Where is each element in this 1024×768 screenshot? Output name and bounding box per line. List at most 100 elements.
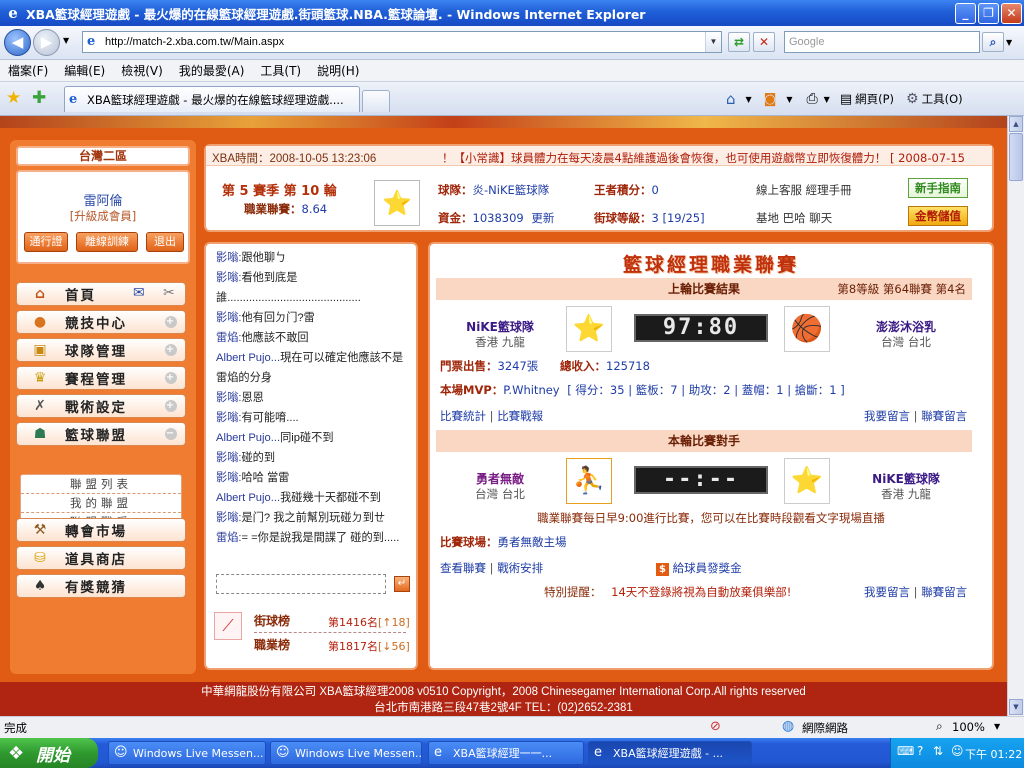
zoom-dropdown-icon[interactable]: ▼ <box>994 722 1000 731</box>
online-help-links[interactable]: 線上客服 經理手冊 <box>756 182 852 198</box>
close-button[interactable]: ✕ <box>1001 3 1022 24</box>
feeds-dropdown-icon[interactable]: ▼ <box>786 95 792 104</box>
expand-icon[interactable]: + <box>165 316 177 328</box>
nav-league[interactable]: ☗ 籃球聯盟 − <box>16 422 186 446</box>
mail-icon[interactable]: ✉ <box>133 285 147 301</box>
username[interactable]: 雷阿倫 <box>18 190 188 209</box>
nav-transfer[interactable]: ⚒ 轉會市場 <box>16 518 186 542</box>
vertical-scrollbar[interactable]: ▲ ▼ <box>1007 116 1024 716</box>
submenu-my-league[interactable]: 我的聯盟 <box>21 494 181 513</box>
career-rank-label[interactable]: 職業榜 <box>254 636 290 653</box>
address-field[interactable]: e http://match-2.xba.com.tw/Main.aspx ▼ <box>82 31 722 53</box>
taskbar-item-messenger-2[interactable]: ☺ Windows Live Messen... <box>270 741 422 765</box>
stop-icon[interactable]: ✕ <box>753 32 775 52</box>
back-button[interactable]: ◀ <box>4 29 31 56</box>
gold-topup-button[interactable]: 金幣儲值 <box>908 206 968 226</box>
leave-message-link[interactable]: 我要留言 <box>864 585 910 599</box>
zoom-level[interactable]: 100% <box>952 720 985 734</box>
help-icon[interactable]: ? <box>917 744 923 758</box>
favorites-star-icon[interactable]: ★ <box>6 88 21 108</box>
tools-menu[interactable]: 工具(O) <box>922 91 963 107</box>
network-icon[interactable]: ⇅ <box>933 744 943 758</box>
nav-arena[interactable]: ● 競技中心 + <box>16 310 186 334</box>
offline-training-button[interactable]: 離線訓練 <box>76 232 138 252</box>
page-menu[interactable]: 網頁(P) <box>855 91 894 107</box>
home-team-name[interactable]: NiKE籃球隊 <box>454 318 546 335</box>
feeds-icon[interactable]: ◙ <box>764 92 777 107</box>
nav-tactics[interactable]: ✗ 戰術設定 + <box>16 394 186 418</box>
expand-icon[interactable]: + <box>165 372 177 384</box>
menu-tools[interactable]: 工具(T) <box>260 62 301 79</box>
news-ticker[interactable]: ！【小常識】球員體力在每天凌晨4點維護過後會恢復，也可使用遊戲幣立即恢復體力！ … <box>442 150 990 166</box>
history-dropdown-icon[interactable]: ▼ <box>63 36 69 45</box>
print-dropdown-icon[interactable]: ▼ <box>824 95 830 104</box>
expand-icon[interactable]: + <box>165 400 177 412</box>
leave-message-link[interactable]: 我要留言 <box>864 409 910 423</box>
logout-button[interactable]: 退出 <box>146 232 184 252</box>
taskbar-item-xba-1[interactable]: e XBA籃球經理一一... <box>428 741 584 765</box>
refresh-funds-link[interactable]: 更新 <box>531 211 554 225</box>
upgrade-link[interactable]: [升級成會員] <box>18 208 188 224</box>
collapse-icon[interactable]: − <box>165 428 177 440</box>
match-stats-link[interactable]: 比賽統計 <box>440 409 486 423</box>
menu-favorites[interactable]: 我的最愛(A) <box>179 62 245 79</box>
settings-tools-icon[interactable]: ✂ <box>163 285 177 301</box>
my-team-location: 香港 九龍 <box>881 487 931 501</box>
scroll-thumb[interactable] <box>1009 133 1023 181</box>
team-logo-icon[interactable]: ⭐ <box>374 180 420 226</box>
view-league-link[interactable]: 查看聯賽 <box>440 561 486 575</box>
mvp-player-link[interactable]: P.Whitney <box>503 383 559 397</box>
submenu-league-list[interactable]: 聯盟列表 <box>21 475 181 494</box>
menu-view[interactable]: 檢視(V) <box>121 62 163 79</box>
minimize-button[interactable]: _ <box>955 3 976 24</box>
passport-button[interactable]: 通行證 <box>24 232 68 252</box>
opponent-team-name[interactable]: 勇者無敵 <box>454 470 546 487</box>
base-links[interactable]: 基地 巴哈 聊天 <box>756 210 832 226</box>
taskbar-item-xba-2[interactable]: e XBA籃球經理遊戲 - ... <box>588 741 752 765</box>
popup-blocker-icon[interactable]: ⊘ <box>710 719 721 734</box>
menu-help[interactable]: 說明(H) <box>317 62 359 79</box>
away-team-name[interactable]: 澎澎沐浴乳 <box>850 318 962 335</box>
league-message-link[interactable]: 聯賽留言 <box>921 585 967 599</box>
player-bonus-link[interactable]: 給球員發獎金 <box>673 561 742 575</box>
menu-edit[interactable]: 編輯(E) <box>64 62 105 79</box>
home-icon[interactable]: ⌂ <box>726 90 736 108</box>
taskbar-item-messenger-1[interactable]: ☺ Windows Live Messen... <box>108 741 266 765</box>
search-options-icon[interactable]: ▼ <box>1006 38 1012 47</box>
nav-team[interactable]: ▣ 球隊管理 + <box>16 338 186 362</box>
match-report-link[interactable]: 比賽戰報 <box>497 409 543 423</box>
send-icon[interactable]: ↵ <box>394 576 410 592</box>
print-icon[interactable]: ⎙ <box>806 91 817 107</box>
my-team-name[interactable]: NiKE籃球隊 <box>850 470 962 487</box>
search-input[interactable]: Google <box>784 31 980 53</box>
refresh-icon[interactable]: ⇄ <box>728 32 750 52</box>
nav-shop[interactable]: ⛁ 道具商店 <box>16 546 186 570</box>
beginner-guide-button[interactable]: 新手指南 <box>908 178 968 198</box>
add-favorite-icon[interactable]: ✚ <box>32 88 46 108</box>
start-button[interactable]: ❖ 開始 <box>0 738 98 768</box>
opponent-team-logo-icon[interactable]: ⛹ <box>566 458 612 504</box>
tactics-link[interactable]: 戰術安排 <box>497 561 543 575</box>
forward-button[interactable]: ▶ <box>33 29 60 56</box>
home-team-logo-icon[interactable]: ⭐ <box>566 306 612 352</box>
expand-icon[interactable]: + <box>165 344 177 356</box>
new-tab-button[interactable] <box>362 90 390 112</box>
street-rank-label[interactable]: 街球榜 <box>254 612 290 629</box>
scroll-up-icon[interactable]: ▲ <box>1009 116 1023 132</box>
away-team-logo-icon[interactable]: 🏀 <box>784 306 830 352</box>
address-dropdown-icon[interactable]: ▼ <box>705 32 721 52</box>
home-dropdown-icon[interactable]: ▼ <box>746 95 752 104</box>
nav-quiz[interactable]: ♠ 有獎競猜 <box>16 574 186 598</box>
my-team-logo-icon[interactable]: ⭐ <box>784 458 830 504</box>
maximize-button[interactable]: ❐ <box>978 3 999 24</box>
league-message-link[interactable]: 聯賽留言 <box>921 409 967 423</box>
nav-schedule[interactable]: ♛ 賽程管理 + <box>16 366 186 390</box>
messenger-tray-icon[interactable]: ☺ <box>951 744 964 758</box>
nav-home[interactable]: ⌂ 首頁 ✉ ✂ <box>16 282 186 306</box>
scroll-down-icon[interactable]: ▼ <box>1009 699 1023 715</box>
tab-xba[interactable]: e XBA籃球經理遊戲 - 最火爆的在線籃球經理遊戲.... <box>64 86 360 112</box>
search-icon[interactable]: ⌕ <box>982 32 1004 52</box>
keyboard-icon[interactable]: ⌨ <box>897 744 914 758</box>
chat-input[interactable] <box>216 574 386 594</box>
menu-file[interactable]: 檔案(F) <box>8 62 48 79</box>
